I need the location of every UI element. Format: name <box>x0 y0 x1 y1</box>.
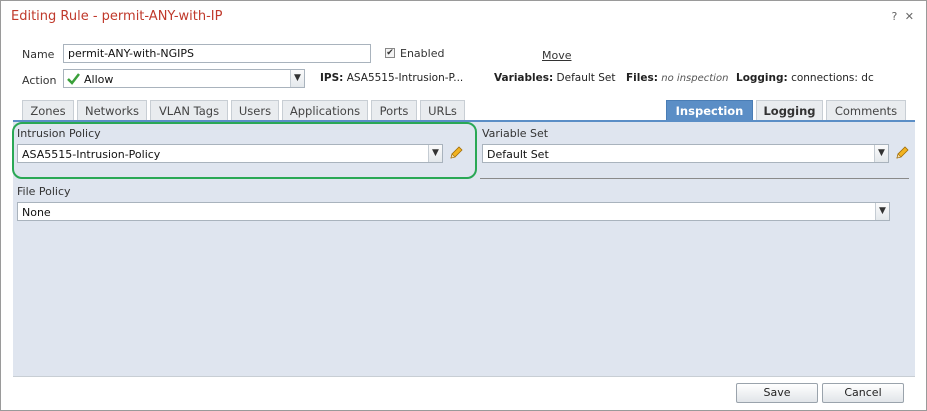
save-button[interactable]: Save <box>736 383 818 403</box>
edit-rule-dialog: Editing Rule - permit-ANY-with-IP ? ✕ Na… <box>0 0 927 411</box>
file-policy-value: None <box>22 206 51 219</box>
ips-summary-value: ASA5515-Intrusion-P... <box>346 72 464 84</box>
chevron-down-icon[interactable]: ▼ <box>874 145 888 162</box>
logging-summary-label: Logging: <box>736 72 788 84</box>
logging-summary: Logging: connections: dc <box>736 72 874 84</box>
enabled-label: Enabled <box>400 47 445 60</box>
dialog-title: Editing Rule - permit-ANY-with-IP <box>11 9 223 24</box>
tab-vlan-tags[interactable]: VLAN Tags <box>150 100 228 121</box>
separator <box>480 178 909 179</box>
action-label: Action <box>22 74 57 87</box>
tab-ports[interactable]: Ports <box>371 100 417 121</box>
tab-networks[interactable]: Networks <box>77 100 147 121</box>
name-input[interactable] <box>63 44 371 63</box>
footer-divider <box>13 376 915 377</box>
variables-summary: Variables: Default Set <box>494 72 615 84</box>
chevron-down-icon[interactable]: ▼ <box>290 70 304 87</box>
logging-summary-value: connections: dc <box>791 72 874 84</box>
tab-comments[interactable]: Comments <box>826 100 906 121</box>
file-policy-label: File Policy <box>17 185 71 198</box>
tab-logging[interactable]: Logging <box>756 100 823 121</box>
files-summary-value: no inspection <box>661 73 729 84</box>
title-controls: ? ✕ <box>891 10 916 23</box>
files-summary: Files: no inspection <box>626 72 728 84</box>
name-label: Name <box>22 48 55 61</box>
help-icon[interactable]: ? <box>891 10 899 23</box>
files-summary-label: Files: <box>626 72 658 84</box>
rule-summary: IPS: ASA5515-Intrusion-P... <box>320 72 463 84</box>
variable-set-label: Variable Set <box>482 127 549 140</box>
tab-urls[interactable]: URLs <box>420 100 465 121</box>
action-select[interactable]: Allow ▼ <box>63 69 305 88</box>
intrusion-policy-highlight <box>12 122 477 179</box>
chevron-down-icon[interactable]: ▼ <box>875 203 889 220</box>
variables-summary-label: Variables: <box>494 72 554 84</box>
file-policy-select[interactable]: None ▼ <box>17 202 890 221</box>
tab-users[interactable]: Users <box>231 100 279 121</box>
variable-set-select[interactable]: Default Set ▼ <box>482 144 889 163</box>
variables-summary-value: Default Set <box>556 72 616 84</box>
tab-zones[interactable]: Zones <box>22 100 74 121</box>
move-link[interactable]: Move <box>542 49 572 62</box>
variable-set-value: Default Set <box>487 148 549 161</box>
enabled-checkbox[interactable]: ✔ <box>385 48 395 58</box>
tab-inspection[interactable]: Inspection <box>666 100 753 121</box>
cancel-button[interactable]: Cancel <box>822 383 904 403</box>
allow-check-icon <box>67 73 80 85</box>
close-icon[interactable]: ✕ <box>905 10 916 23</box>
tab-applications[interactable]: Applications <box>282 100 368 121</box>
action-value: Allow <box>84 73 114 86</box>
edit-pencil-icon[interactable] <box>894 145 910 161</box>
ips-summary-label: IPS: <box>320 72 344 84</box>
